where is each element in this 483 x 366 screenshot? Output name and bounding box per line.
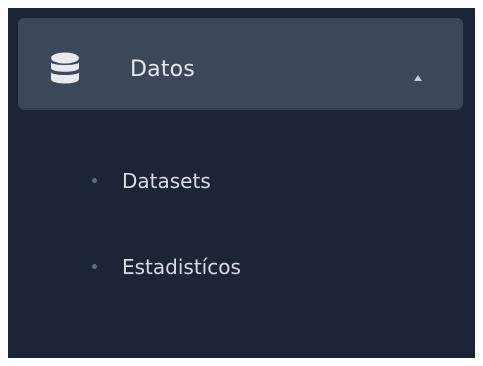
database-icon [50,52,80,86]
chevron-up-icon[interactable] [413,67,423,81]
submenu-item-estadisticos[interactable]: Estadistícos [8,242,475,292]
submenu-item-label: Datasets [122,169,211,193]
menu-header-datos[interactable]: Datos [18,18,463,110]
bullet-icon [92,178,97,183]
bullet-icon [92,264,97,269]
menu-header-label: Datos [130,57,195,82]
submenu-item-label: Estadistícos [122,255,241,279]
submenu-item-datasets[interactable]: Datasets [8,156,475,206]
sidebar-menu: Datos Datasets Estadistícos [8,8,475,358]
